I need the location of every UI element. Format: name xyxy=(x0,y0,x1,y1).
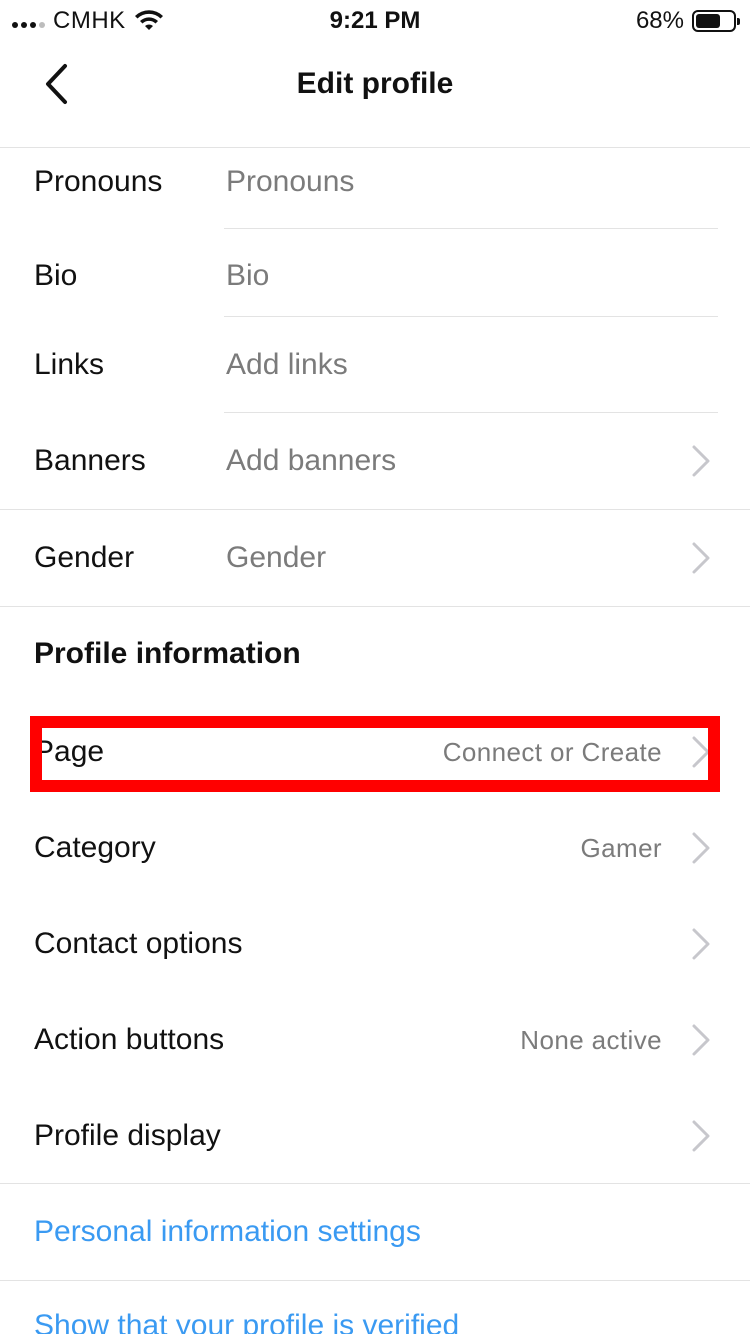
contact-options-label: Contact options xyxy=(34,927,243,960)
show-verified-link[interactable]: Show that your profile is verified xyxy=(34,1308,459,1334)
chevron-right-icon xyxy=(692,1024,710,1056)
chevron-right-icon xyxy=(692,928,710,960)
chevron-right-icon xyxy=(692,542,710,574)
bio-input[interactable]: Bio xyxy=(226,258,269,294)
gender-input[interactable]: Gender xyxy=(226,540,326,576)
links-label: Links xyxy=(34,348,105,381)
links-input[interactable]: Add links xyxy=(226,347,348,383)
links-row[interactable]: Links Add links xyxy=(0,317,750,413)
page-label: Page xyxy=(34,735,105,768)
pronouns-input[interactable]: Pronouns xyxy=(226,164,354,200)
contact-options-row[interactable]: Contact options xyxy=(0,896,750,992)
chevron-right-icon xyxy=(692,1120,710,1152)
pronouns-label: Pronouns xyxy=(34,165,163,198)
category-row[interactable]: Category Gamer xyxy=(0,800,750,896)
chevron-right-icon xyxy=(692,736,710,768)
profile-display-label: Profile display xyxy=(34,1119,221,1152)
action-buttons-label: Action buttons xyxy=(34,1023,225,1056)
divider xyxy=(0,1183,750,1184)
status-bar: CMHK 9:21 PM 68% xyxy=(0,0,750,40)
chevron-right-icon xyxy=(692,832,710,864)
bio-row[interactable]: Bio Bio xyxy=(0,229,750,317)
action-buttons-row[interactable]: Action buttons None active xyxy=(0,992,750,1088)
section-title-profile-information: Profile information xyxy=(34,637,301,670)
nav-bar: Edit profile xyxy=(0,40,750,148)
banners-row[interactable]: Banners Add banners xyxy=(0,413,750,509)
page-value: Connect or Create xyxy=(442,737,662,767)
battery-fill xyxy=(696,14,721,28)
category-label: Category xyxy=(34,831,156,864)
banners-label: Banners xyxy=(34,444,146,477)
pronouns-row[interactable]: Pronouns Pronouns xyxy=(0,150,750,230)
divider xyxy=(0,1280,750,1281)
action-buttons-value: None active xyxy=(520,1025,662,1055)
gender-label: Gender xyxy=(34,541,135,574)
category-value: Gamer xyxy=(580,833,662,863)
personal-information-settings-link[interactable]: Personal information settings xyxy=(34,1214,421,1250)
page-row[interactable]: Page Connect or Create xyxy=(0,704,750,800)
gender-row[interactable]: Gender Gender xyxy=(0,510,750,606)
page-title: Edit profile xyxy=(296,67,454,100)
chevron-right-icon xyxy=(692,445,710,477)
banners-input[interactable]: Add banners xyxy=(226,443,396,479)
status-right: 68% xyxy=(635,6,740,36)
divider xyxy=(0,606,750,607)
profile-display-row[interactable]: Profile display xyxy=(0,1088,750,1184)
battery-percent: 68% xyxy=(635,7,684,34)
bio-label: Bio xyxy=(34,259,78,292)
battery-icon xyxy=(692,10,740,32)
